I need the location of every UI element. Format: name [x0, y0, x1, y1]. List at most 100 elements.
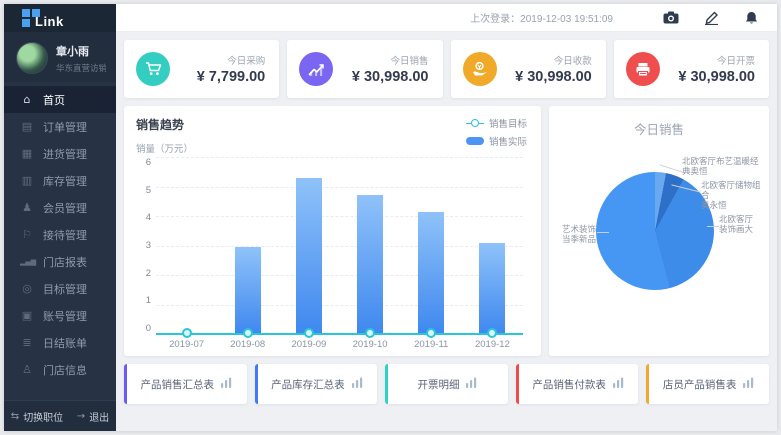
bar-chart-icon: [214, 375, 233, 393]
body: 章小雨 华东直营访销长 ⌂首页▤订单管理▦进货管理▥库存管理♟会员管理⚐接待管理…: [4, 32, 777, 431]
chart-column: 2019-08: [217, 157, 278, 334]
x-tick: 2019-08: [230, 339, 265, 350]
stat-label: 今日销售: [352, 53, 429, 67]
legend-item-target[interactable]: 销售目标: [466, 116, 527, 130]
stat-card-3: 今日收款 ¥ 30,998.00: [451, 40, 606, 98]
user-role: 华东直营访销长: [56, 62, 106, 74]
app-logo: Link: [4, 4, 116, 32]
printer-icon: [626, 52, 660, 86]
stat-value: ¥ 7,799.00: [197, 69, 266, 85]
sidebar-item-label: 订单管理: [43, 119, 87, 135]
target-marker: [487, 328, 497, 338]
charts-row: 销售趋势 销售目标 销售实际 销量（万元）: [124, 106, 769, 356]
report-label: 产品销售付款表: [532, 377, 606, 392]
pie-label-line: 北欧客厅布艺温暖经: [682, 156, 764, 166]
pie-label-line: 装饰画大: [719, 224, 767, 234]
bar-marker-icon: [466, 137, 484, 145]
today-sales-card: 今日销售 北欧客厅布艺温暖经典奥恒北欧客厅储物组合奥永恒北欧客厅装饰画大艺术装饰…: [549, 106, 769, 356]
stat-label: 今日收款: [515, 53, 592, 67]
stat-cards-row: 今日采购¥ 7,799.00今日销售¥ 30,998.00今日收款¥ 30,99…: [124, 40, 769, 98]
bar-chart-icon: [345, 375, 364, 393]
members-icon: ♟: [20, 201, 34, 214]
inventory-icon: ▥: [20, 174, 34, 187]
plot-wrap: 6543210 2019-072019-082019-092019-102019…: [136, 157, 529, 348]
legend-item-actual[interactable]: 销售实际: [466, 134, 527, 148]
bell-icon[interactable]: [743, 10, 759, 26]
pie-label-line: 奥永恒: [701, 200, 767, 210]
stat-label: 今日开票: [678, 53, 755, 67]
camera-icon[interactable]: [663, 10, 679, 26]
sidebar-item-8[interactable]: ◎目标管理: [4, 275, 116, 302]
bar-chart-icon: [736, 375, 755, 393]
report-label: 店员产品销售表: [663, 377, 737, 392]
switch-role-button[interactable]: ⇆切换职位: [11, 409, 63, 424]
footer-button-label: 切换职位: [23, 409, 63, 424]
last-login-text: 上次登录：2019-12-03 19:51:09: [470, 10, 613, 25]
y-tick: 0: [146, 323, 151, 334]
chart-column: 2019-09: [278, 157, 339, 334]
footer-button-label: 退出: [89, 409, 109, 424]
target-marker: [426, 328, 436, 338]
sidebar-footer: ⇆切换职位 → 退出: [4, 400, 116, 431]
trend-icon: [299, 52, 333, 86]
pen-icon[interactable]: [703, 10, 719, 26]
sidebar-item-label: 进货管理: [43, 146, 87, 162]
sidebar-item-1[interactable]: ⌂首页: [4, 86, 116, 113]
sidebar-menu: ⌂首页 ▤ 订单管理 ▦ 进货管理 ▥ 库存管理 ♟ 会员管理 ⚐接待管理▂▄▆门店报表◎目标管理…: [4, 82, 116, 400]
chart-column: 2019-10: [340, 157, 401, 334]
sidebar-item-5[interactable]: ♟ 会员管理: [4, 194, 116, 221]
screen: Link 上次登录：2019-12-03 19:51:09: [0, 0, 781, 435]
sidebar-item-10[interactable]: ≣日结账单: [4, 329, 116, 356]
sidebar-item-6[interactable]: ⚐接待管理: [4, 221, 116, 248]
y-tick: 4: [146, 212, 151, 223]
chart-column: 2019-11: [401, 157, 462, 334]
stat-value: ¥ 30,998.00: [515, 69, 592, 85]
sidebar: 章小雨 华东直营访销长 ⌂首页▤订单管理▦进货管理▥库存管理♟会员管理⚐接待管理…: [4, 32, 116, 431]
pie-slice-label: 北欧客厅储物组合奥永恒: [701, 180, 767, 210]
coins-icon: [463, 52, 497, 86]
sidebar-item-label: 会员管理: [43, 200, 87, 216]
stat-card-2: 今日销售¥ 30,998.00: [287, 40, 442, 98]
logout-icon: →: [77, 411, 85, 422]
app-window: Link 上次登录：2019-12-03 19:51:09: [4, 4, 777, 431]
stat-card-4: 今日开票¥ 30,998.00: [614, 40, 769, 98]
sidebar-item-2[interactable]: ▤ 订单管理: [4, 113, 116, 140]
sidebar-item-7[interactable]: ▂▄▆门店报表: [4, 248, 116, 275]
pie-title: 今日销售: [549, 106, 769, 138]
sidebar-item-4[interactable]: ▥ 库存管理: [4, 167, 116, 194]
sidebar-item-label: 门店信息: [43, 362, 87, 378]
report-link-1[interactable]: 产品销售汇总表: [124, 364, 247, 404]
store-icon: ♙: [20, 363, 34, 376]
target-marker: [243, 328, 253, 338]
sales-trend-card: 销售趋势 销售目标 销售实际 销量（万元）: [124, 106, 541, 356]
sidebar-item-11[interactable]: ♙ 门店信息: [4, 356, 116, 383]
report-label: 开票明细: [417, 377, 459, 392]
report-link-2[interactable]: 产品库存汇总表: [255, 364, 378, 404]
chart-column: 2019-12: [462, 157, 523, 334]
target-marker: [365, 328, 375, 338]
logout-button[interactable]: → 退出: [77, 409, 109, 424]
bar-chart-icon: [606, 375, 625, 393]
chart-legend: 销售目标 销售实际: [466, 116, 527, 152]
report-link-3[interactable]: 开票明细: [385, 364, 508, 404]
pie-slice-label: 艺术装饰当季新品: [552, 224, 596, 244]
bar-2019-10: [357, 195, 383, 334]
pie-label-line: 典奥恒: [682, 166, 764, 176]
y-tick: 5: [146, 185, 151, 196]
sidebar-item-9[interactable]: ▣账号管理: [4, 302, 116, 329]
home-icon: ⌂: [20, 93, 34, 106]
avatar[interactable]: [16, 42, 48, 74]
report-link-5[interactable]: 店员产品销售表: [646, 364, 769, 404]
y-tick: 1: [146, 295, 151, 306]
report-link-4[interactable]: 产品销售付款表: [516, 364, 639, 404]
main-content: 今日采购¥ 7,799.00今日销售¥ 30,998.00今日收款¥ 30,99…: [116, 32, 777, 431]
sidebar-item-3[interactable]: ▦ 进货管理: [4, 140, 116, 167]
bar-2019-09: [296, 178, 322, 334]
report-label: 产品库存汇总表: [271, 377, 345, 392]
purchase-icon: ▦: [20, 147, 34, 160]
bills-icon: ≣: [20, 336, 34, 349]
y-tick: 3: [146, 240, 151, 251]
x-tick: 2019-09: [291, 339, 326, 350]
orders-icon: ▤: [20, 120, 34, 133]
sidebar-item-label: 库存管理: [43, 173, 87, 189]
